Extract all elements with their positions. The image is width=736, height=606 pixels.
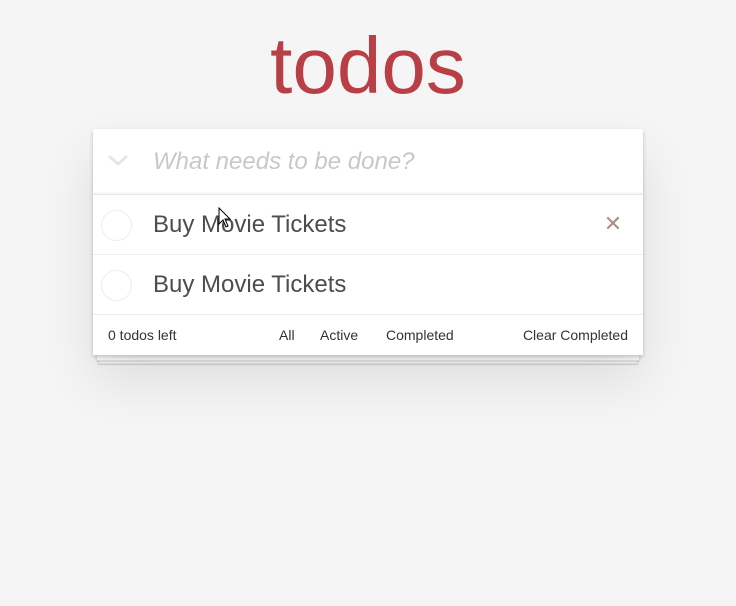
chevron-down-icon[interactable]: [107, 149, 129, 171]
todo-count: 0 todos left: [108, 327, 177, 343]
todo-checkbox[interactable]: [101, 210, 132, 241]
todo-footer: 0 todos left All Active Completed Clear …: [93, 315, 643, 355]
new-todo-input[interactable]: [153, 143, 623, 181]
todo-header: [93, 129, 643, 195]
mouse-pointer-icon: [218, 207, 232, 228]
todo-list: Buy Movie Tickets ✕ Buy Movie Tickets: [93, 195, 643, 315]
todo-item[interactable]: Buy Movie Tickets: [93, 255, 643, 315]
todo-label[interactable]: Buy Movie Tickets: [153, 211, 346, 239]
todo-item[interactable]: Buy Movie Tickets ✕: [93, 195, 643, 255]
filter-all[interactable]: All: [279, 315, 295, 355]
todo-checkbox[interactable]: [101, 270, 132, 301]
todo-app: Buy Movie Tickets ✕ Buy Movie Tickets 0 …: [93, 129, 643, 355]
clear-completed-button[interactable]: Clear Completed: [523, 315, 628, 355]
close-icon[interactable]: ✕: [603, 212, 623, 236]
filter-active[interactable]: Active: [320, 315, 358, 355]
todo-label[interactable]: Buy Movie Tickets: [153, 271, 346, 299]
filter-completed[interactable]: Completed: [386, 315, 454, 355]
stack-shadow-upper: [96, 355, 640, 361]
app-title: todos: [270, 21, 466, 110]
